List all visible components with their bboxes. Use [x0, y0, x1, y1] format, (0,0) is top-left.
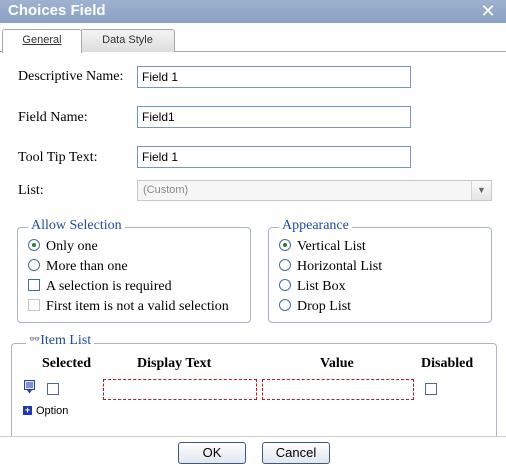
check-selection-required-label: A selection is required [46, 279, 172, 294]
window-title: Choices Field [8, 2, 106, 19]
column-selected: Selected [42, 356, 91, 371]
column-display-text: Display Text [137, 356, 212, 371]
cancel-button[interactable]: Cancel [262, 442, 330, 464]
chevron-down-icon[interactable]: ▼ [471, 181, 491, 200]
radio-vertical-list-label: Vertical List [297, 239, 366, 254]
ok-button[interactable]: OK [178, 442, 246, 464]
radio-icon[interactable] [279, 259, 291, 271]
check-selection-required[interactable]: A selection is required [28, 278, 172, 296]
row-value-input[interactable] [262, 379, 414, 400]
tab-strip: Data Style General [0, 23, 506, 53]
tool-tip-input[interactable]: Field 1 [137, 146, 411, 168]
column-disabled: Disabled [421, 356, 474, 371]
tab-general[interactable]: General [2, 29, 82, 53]
tool-tip-label: Tool Tip Text: [18, 150, 98, 165]
row-display-text-input[interactable] [103, 379, 257, 400]
radio-horizontal-list-label: Horizontal List [297, 259, 383, 274]
descriptive-name-input[interactable]: Field 1 [137, 66, 411, 88]
radio-list-box[interactable]: List Box [279, 278, 346, 296]
check-first-item-invalid[interactable]: First item is not a valid selection [28, 298, 229, 316]
binoculars-icon: 👓 [29, 334, 41, 344]
radio-icon[interactable] [279, 279, 291, 291]
item-list-legend[interactable]: 👓Item List [26, 333, 95, 349]
tab-data-style[interactable]: Data Style [80, 29, 175, 52]
checkbox-icon[interactable] [28, 299, 40, 311]
row-selected-checkbox[interactable] [47, 383, 59, 395]
item-list-legend-label: Item List [40, 333, 92, 348]
column-value: Value [320, 356, 354, 371]
add-option-label: Option [36, 405, 69, 417]
list-select[interactable]: (Custom) ▼ [137, 180, 492, 201]
row-handle-icon[interactable] [24, 380, 35, 394]
tab-general-label: General [22, 34, 62, 46]
radio-horizontal-list[interactable]: Horizontal List [279, 258, 382, 276]
radio-selected-icon[interactable] [28, 239, 40, 251]
radio-icon[interactable] [28, 259, 40, 271]
list-label: List: [18, 183, 44, 198]
radio-more-than-one-label: More than one [46, 259, 128, 274]
plus-icon: + [23, 405, 32, 415]
appearance-legend: Appearance [279, 218, 352, 234]
radio-icon[interactable] [279, 299, 291, 311]
close-icon[interactable]: ✕ [480, 0, 496, 22]
appearance-group: Appearance Vertical List Horizontal List… [268, 218, 492, 323]
radio-selected-icon[interactable] [279, 239, 291, 251]
check-first-item-invalid-label: First item is not a valid selection [46, 299, 229, 314]
allow-selection-group: Allow Selection Only one More than one A… [17, 218, 251, 323]
field-name-input[interactable]: Field1 [137, 106, 411, 128]
title-bar: Choices Field ✕ [0, 0, 506, 23]
radio-only-one-label: Only one [46, 239, 98, 254]
radio-drop-list[interactable]: Drop List [279, 298, 351, 316]
button-bar [0, 436, 506, 467]
radio-drop-list-label: Drop List [297, 299, 352, 314]
tab-data-style-label: Data Style [102, 34, 153, 46]
radio-only-one[interactable]: Only one [28, 238, 98, 256]
row-disabled-checkbox[interactable] [425, 383, 437, 395]
field-name-label: Field Name: [18, 110, 88, 125]
checkbox-icon[interactable] [28, 279, 40, 291]
radio-vertical-list[interactable]: Vertical List [279, 238, 366, 256]
descriptive-name-label: Descriptive Name: [18, 69, 124, 84]
allow-selection-legend: Allow Selection [28, 218, 125, 234]
radio-list-box-label: List Box [297, 279, 346, 294]
add-option-button[interactable]: + Option [23, 404, 68, 418]
radio-more-than-one[interactable]: More than one [28, 258, 128, 276]
list-select-value: (Custom) [143, 184, 189, 196]
